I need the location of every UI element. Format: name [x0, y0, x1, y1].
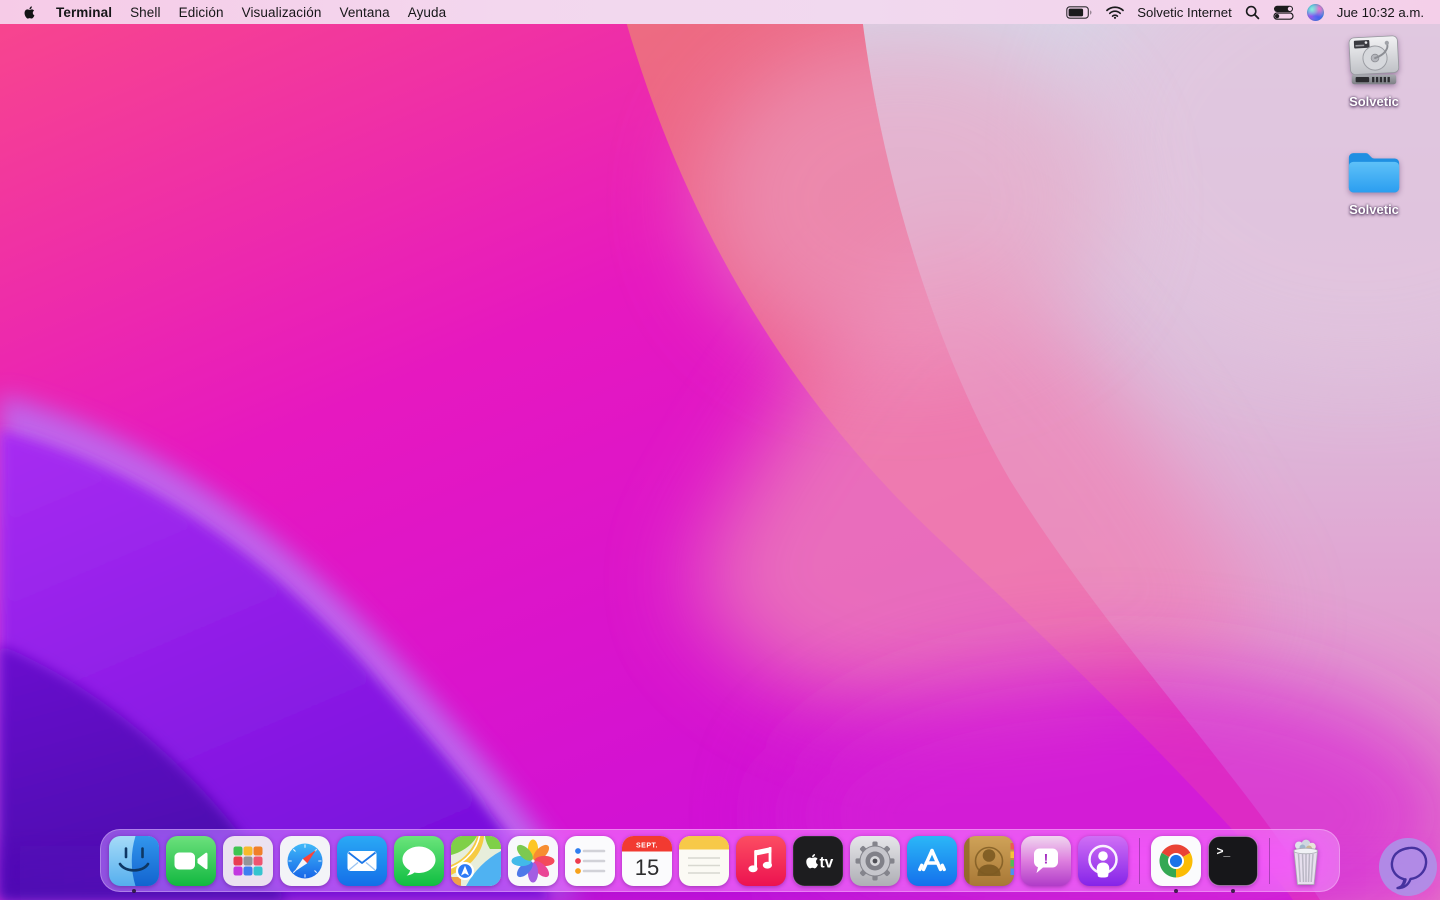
spotlight-search-icon[interactable] — [1245, 5, 1260, 20]
dock-facetime[interactable] — [166, 835, 216, 886]
dock-reminders[interactable] — [565, 835, 615, 886]
calendar-icon: SEPT. 15 — [622, 835, 672, 886]
wallpaper — [0, 0, 1440, 900]
wifi-icon[interactable] — [1106, 5, 1125, 19]
running-indicator — [1174, 888, 1178, 893]
calendar-month: SEPT. — [636, 842, 658, 849]
dock-maps[interactable] — [451, 835, 501, 886]
apple-menu[interactable] — [12, 0, 47, 24]
mail-icon — [337, 835, 387, 886]
wifi-network-name[interactable]: Solvetic Internet — [1137, 5, 1232, 20]
feedback-exclamation: ! — [1044, 850, 1049, 866]
reminders-icon — [565, 835, 615, 886]
menu-edicion[interactable]: Edición — [170, 0, 233, 24]
control-center-icon[interactable] — [1273, 5, 1294, 20]
music-icon — [736, 835, 786, 886]
dock-notes[interactable] — [679, 835, 729, 886]
finder-icon — [109, 835, 159, 886]
menu-bar-left: Terminal Shell Edición Visualización Ven… — [0, 0, 455, 24]
dock-photos[interactable] — [508, 835, 558, 886]
desktop-icon-hard-drive[interactable]: Solvetic — [1332, 32, 1416, 109]
menu-bar: Terminal Shell Edición Visualización Ven… — [0, 0, 1440, 24]
app-store-icon — [907, 835, 957, 886]
solvetic-watermark-icon — [1378, 837, 1438, 897]
siri-icon[interactable] — [1306, 3, 1324, 21]
dock-mail[interactable] — [337, 835, 387, 886]
safari-icon — [280, 835, 330, 886]
desktop-icon-folder[interactable]: Solvetic — [1332, 148, 1416, 217]
maps-icon — [451, 835, 501, 886]
dock-podcasts[interactable] — [1078, 835, 1128, 886]
desktop-icon-label: Solvetic — [1349, 202, 1399, 217]
dock: SEPT. 15 tv ! >_ — [100, 829, 1340, 893]
menu-visualizacion[interactable]: Visualización — [233, 0, 331, 24]
battery-icon[interactable] — [1066, 5, 1093, 19]
dock-music[interactable] — [736, 835, 786, 886]
trash-icon — [1293, 839, 1318, 885]
dock-separator — [1269, 837, 1270, 884]
dock-launchpad[interactable] — [223, 835, 273, 886]
dock-google-chrome[interactable] — [1151, 835, 1201, 893]
apple-logo-icon — [24, 5, 35, 19]
messages-icon — [394, 835, 444, 886]
dock-contacts[interactable] — [964, 835, 1014, 886]
desktop-icon-label: Solvetic — [1349, 94, 1399, 109]
running-indicator — [132, 888, 136, 893]
running-indicator — [1231, 888, 1235, 893]
menu-shell[interactable]: Shell — [121, 0, 170, 24]
feedback-assistant-icon: ! — [1021, 835, 1071, 886]
photos-icon — [508, 835, 558, 886]
dock-app-store[interactable] — [907, 835, 957, 886]
dock-system-preferences[interactable] — [850, 835, 900, 886]
hard-drive-icon — [1348, 35, 1400, 85]
dock-calendar[interactable]: SEPT. 15 — [622, 835, 672, 886]
gear-icon — [850, 835, 900, 886]
dock-finder[interactable] — [109, 835, 159, 893]
dock-terminal[interactable]: >_ — [1208, 835, 1258, 893]
tv-icon: tv — [793, 835, 843, 886]
calendar-day: 15 — [635, 855, 659, 880]
folder-icon — [1348, 153, 1400, 193]
notes-icon — [679, 835, 729, 886]
dock-feedback-assistant[interactable]: ! — [1021, 835, 1071, 886]
dock-safari[interactable] — [280, 835, 330, 886]
dock-separator — [1139, 837, 1140, 884]
tv-label: tv — [820, 854, 834, 871]
launchpad-icon — [223, 835, 273, 886]
terminal-prompt-glyph: >_ — [1217, 844, 1231, 858]
menu-ayuda[interactable]: Ayuda — [399, 0, 456, 24]
desktop: Terminal Shell Edición Visualización Ven… — [0, 0, 1440, 900]
menu-bar-clock[interactable]: Jue 10:32 a.m. — [1337, 5, 1424, 20]
terminal-icon: >_ — [1208, 835, 1258, 886]
menu-app-name[interactable]: Terminal — [47, 0, 121, 24]
dock-tv[interactable]: tv — [793, 835, 843, 886]
podcasts-icon — [1078, 835, 1128, 886]
menu-ventana[interactable]: Ventana — [330, 0, 398, 24]
facetime-icon — [166, 835, 216, 886]
contacts-icon — [964, 835, 1014, 886]
dock-messages[interactable] — [394, 835, 444, 886]
menu-bar-status: Solvetic Internet Jue 10:32 a.m. — [1066, 0, 1440, 24]
chrome-icon — [1151, 835, 1201, 886]
dock-trash[interactable] — [1281, 836, 1331, 886]
